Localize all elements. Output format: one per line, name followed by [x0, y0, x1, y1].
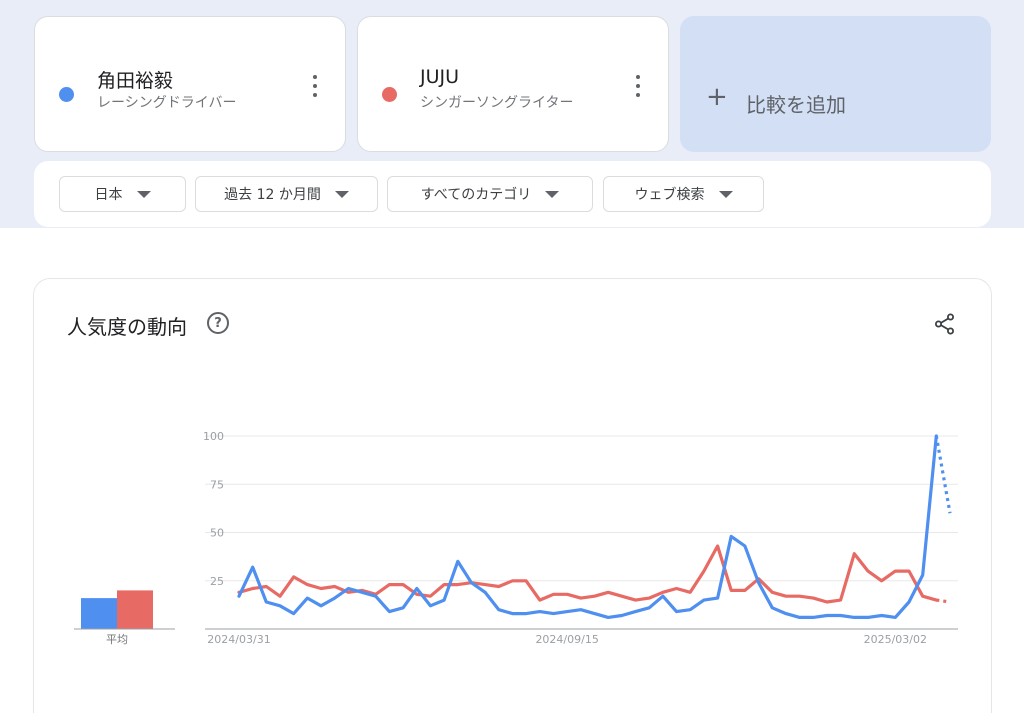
y-tick-label: 75 [210, 478, 224, 491]
term-type: レーシングドライバー [97, 95, 237, 111]
category-select[interactable]: すべてのカテゴリ [387, 176, 593, 212]
category-value: すべてのカテゴリ [420, 187, 532, 203]
series-color-dot [382, 87, 397, 102]
average-bar-1 [81, 598, 117, 629]
dropdown-arrow-icon [545, 190, 560, 198]
y-tick-label: 50 [210, 527, 224, 540]
interest-over-time-panel: 人気度の動向 ? 100 75 50 25 2024/03/31 2024/09/15 20… [34, 279, 991, 713]
term-name: 角田裕毅 [97, 70, 174, 92]
term-card-2[interactable]: JUJU シンガーソングライター [357, 16, 669, 152]
plus-icon: + [706, 82, 728, 112]
x-tick-label: 2024/03/31 [207, 633, 270, 646]
region-select[interactable]: 日本 [59, 176, 186, 212]
average-label: 平均 [106, 633, 128, 646]
y-tick-label: 100 [203, 430, 224, 443]
add-compare-label: 比較を追加 [746, 93, 846, 117]
filter-bar: 日本 過去 12 か月間 すべてのカテゴリ ウェブ検索 [34, 161, 991, 227]
period-value: 過去 12 か月間 [224, 187, 321, 203]
region-value: 日本 [94, 187, 123, 203]
term-name: JUJU [420, 66, 460, 88]
y-tick-label: 25 [210, 575, 224, 588]
more-vert-icon[interactable] [628, 75, 648, 97]
search-type-value: ウェブ検索 [634, 187, 705, 203]
term-card-1[interactable]: 角田裕毅 レーシングドライバー [34, 16, 346, 152]
search-type-select[interactable]: ウェブ検索 [603, 176, 764, 212]
series-color-dot [59, 87, 74, 102]
average-bar-2 [117, 590, 153, 629]
term-type: シンガーソングライター [420, 95, 574, 111]
x-tick-label: 2025/03/02 [864, 633, 927, 646]
add-compare-button[interactable]: + 比較を追加 [680, 16, 991, 152]
dropdown-arrow-icon [136, 190, 151, 198]
series-partial-segment-2 [936, 598, 951, 604]
more-vert-icon[interactable] [305, 75, 325, 97]
series-partial-segment-1 [934, 435, 952, 514]
series-line-1 [237, 434, 938, 619]
x-tick-label: 2024/09/15 [535, 633, 598, 646]
trend-line-chart: 100 75 50 25 2024/03/31 2024/09/15 2025/03/02 平… [74, 430, 958, 646]
dropdown-arrow-icon [334, 190, 349, 198]
dropdown-arrow-icon [718, 190, 733, 198]
period-select[interactable]: 過去 12 か月間 [195, 176, 378, 212]
